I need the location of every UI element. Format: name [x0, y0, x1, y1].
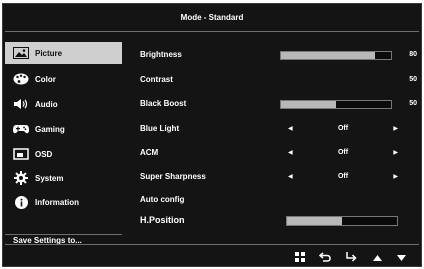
- sidebar-item-label: OSD: [35, 149, 53, 159]
- mode-title: Mode - Standard: [180, 12, 244, 22]
- right-arrow-icon[interactable]: ▶: [393, 146, 398, 160]
- h-position-fill: [287, 217, 342, 225]
- contrast-row[interactable]: Contrast 50: [140, 73, 420, 87]
- sidebar-item-color[interactable]: Color: [5, 68, 122, 90]
- super-sharpness-row[interactable]: Super Sharpness ◀ Off ▶: [140, 170, 420, 184]
- sidebar-item-gaming[interactable]: Gaming: [5, 118, 122, 140]
- menu-grid-icon: [295, 252, 305, 264]
- palette-icon: [11, 71, 31, 87]
- sidebar-item-label: Color: [35, 74, 56, 84]
- info-icon: [11, 194, 31, 210]
- osd-window-icon: [11, 146, 31, 162]
- acm-row[interactable]: ACM ◀ Off ▶: [140, 146, 420, 160]
- sidebar-item-picture[interactable]: Picture: [5, 42, 122, 64]
- bottom-divider: [5, 244, 419, 245]
- menu-grid-button[interactable]: [293, 251, 307, 265]
- sidebar-item-label: Picture: [35, 48, 63, 58]
- contrast-value: 50: [409, 76, 417, 83]
- sidebar-item-label: Audio: [35, 99, 58, 109]
- auto-config-row[interactable]: Auto config: [140, 193, 420, 207]
- acm-value: Off: [337, 149, 349, 156]
- black-boost-fill: [281, 101, 336, 108]
- h-position-row[interactable]: H.Position: [140, 213, 420, 227]
- auto-config-label: Auto config: [140, 195, 185, 204]
- sidebar-item-information[interactable]: Information: [5, 191, 122, 213]
- down-arrow-icon: [396, 254, 406, 263]
- sidebar-item-label: Gaming: [35, 124, 65, 134]
- sidebar-item-label: System: [35, 173, 64, 183]
- back-button[interactable]: [318, 251, 332, 265]
- brightness-value: 80: [409, 51, 417, 58]
- gamepad-icon: [11, 121, 31, 137]
- right-arrow-icon[interactable]: ▶: [393, 122, 398, 136]
- osd-menu: Mode - Standard Picture Color Audio Gami…: [2, 3, 422, 267]
- acm-selector[interactable]: ◀ Off ▶: [288, 146, 398, 160]
- brightness-label: Brightness: [140, 50, 182, 59]
- save-settings-button[interactable]: Save Settings to...: [13, 234, 82, 247]
- title-divider: [5, 31, 419, 32]
- enter-button[interactable]: [344, 251, 358, 265]
- black-boost-row[interactable]: Black Boost 50: [140, 97, 420, 111]
- black-boost-slider[interactable]: [280, 100, 392, 109]
- super-sharpness-selector[interactable]: ◀ Off ▶: [288, 170, 398, 184]
- blue-light-selector[interactable]: ◀ Off ▶: [288, 122, 398, 136]
- down-button[interactable]: [394, 251, 408, 265]
- enter-icon: [345, 252, 357, 264]
- h-position-label: H.Position: [140, 215, 185, 225]
- black-boost-label: Black Boost: [140, 99, 187, 108]
- h-position-slider[interactable]: [286, 216, 398, 226]
- right-arrow-icon[interactable]: ▶: [393, 170, 398, 184]
- up-arrow-icon: [372, 254, 382, 263]
- speaker-icon: [11, 96, 31, 112]
- up-button[interactable]: [370, 251, 384, 265]
- sidebar-item-osd[interactable]: OSD: [5, 143, 122, 165]
- contrast-label: Contrast: [140, 75, 173, 84]
- blue-light-row[interactable]: Blue Light ◀ Off ▶: [140, 122, 420, 136]
- blue-light-label: Blue Light: [140, 124, 180, 133]
- brightness-row[interactable]: Brightness 80: [140, 48, 420, 62]
- back-icon: [318, 252, 331, 264]
- brightness-fill: [281, 52, 375, 59]
- picture-icon: [11, 45, 31, 61]
- super-sharpness-label: Super Sharpness: [140, 172, 206, 181]
- sidebar-item-label: Information: [35, 197, 79, 207]
- sidebar-item-system[interactable]: System: [5, 167, 122, 189]
- brightness-slider[interactable]: [280, 51, 392, 60]
- sidebar-item-audio[interactable]: Audio: [5, 93, 122, 115]
- blue-light-value: Off: [337, 125, 349, 132]
- acm-label: ACM: [140, 148, 159, 157]
- black-boost-value: 50: [409, 100, 417, 107]
- super-sharpness-value: Off: [337, 173, 349, 180]
- gear-icon: [11, 170, 31, 186]
